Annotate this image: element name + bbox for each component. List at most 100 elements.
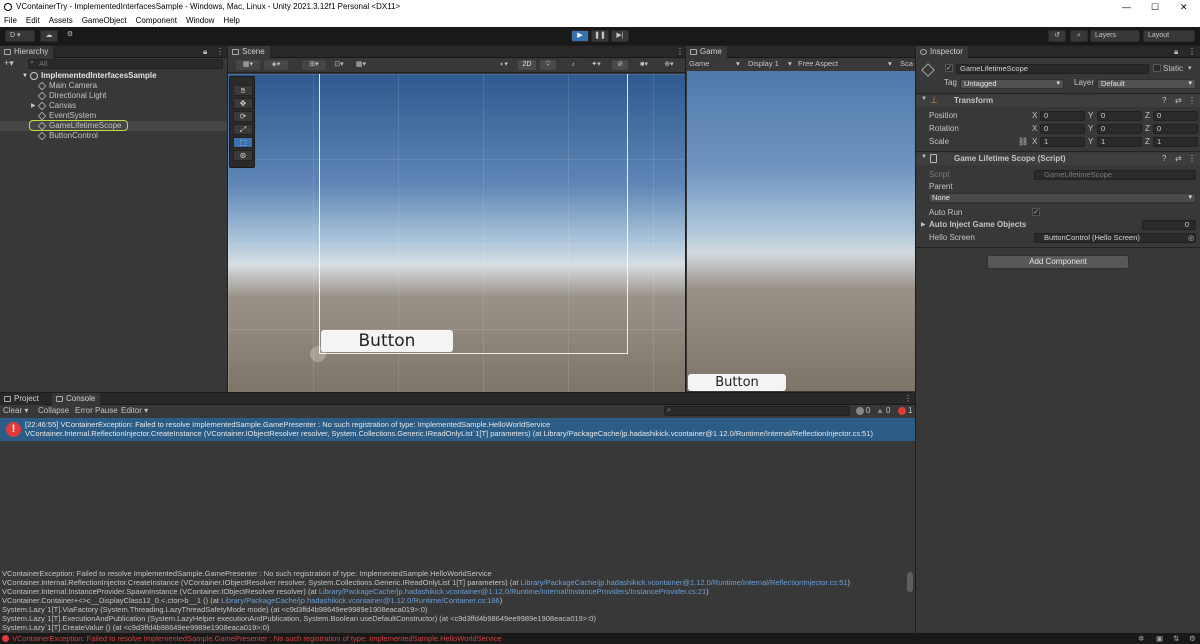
clear-button[interactable]: Clear ▾ bbox=[3, 405, 28, 417]
hierarchy-scene-row[interactable]: ▼ ImplementedInterfacesSample bbox=[0, 71, 227, 81]
scale-tool-icon[interactable]: ⤢ bbox=[233, 124, 253, 135]
tab-inspector[interactable]: Inspector bbox=[916, 46, 968, 58]
rotation-y-field[interactable]: 0 bbox=[1097, 124, 1142, 134]
kebab-menu-icon[interactable]: ⋮ bbox=[676, 47, 684, 57]
link-icon[interactable]: ⛓︎ bbox=[1018, 137, 1028, 146]
settings-icon[interactable]: ⚙ bbox=[1189, 633, 1196, 644]
tab-scene[interactable]: Scene bbox=[228, 46, 270, 58]
kebab-menu-icon[interactable]: ⋮ bbox=[1188, 47, 1196, 57]
menu-file[interactable]: File bbox=[4, 16, 17, 25]
hello-screen-field[interactable]: ButtonControl (Hello Screen) bbox=[1034, 233, 1196, 243]
menu-help[interactable]: Help bbox=[223, 16, 239, 25]
game-mode-dropdown[interactable]: Game bbox=[689, 58, 709, 70]
audio-icon[interactable]: ♪ bbox=[566, 60, 580, 70]
render-mode-icon[interactable]: ◐▾ bbox=[493, 60, 515, 70]
snap-icon[interactable]: ⊡▾ bbox=[330, 60, 348, 70]
search-icon[interactable]: ⌕ bbox=[1070, 30, 1088, 42]
cloud-icon[interactable]: ☁ bbox=[40, 30, 58, 42]
script-component-header[interactable]: ▼ Game Lifetime Scope (Script) ? ⇄ ⋮ bbox=[916, 153, 1200, 165]
tab-console[interactable]: Console bbox=[52, 393, 101, 405]
active-checkbox[interactable]: ✓ bbox=[945, 64, 953, 72]
draw-mode-dropdown[interactable]: ▦▾ bbox=[236, 60, 260, 70]
hierarchy-item-buttoncontrol[interactable]: ButtonControl bbox=[0, 131, 227, 141]
history-icon[interactable]: ↺ bbox=[1048, 30, 1066, 42]
static-checkbox[interactable] bbox=[1153, 64, 1161, 72]
game-viewport[interactable]: Button bbox=[687, 71, 915, 391]
status-bar[interactable]: VContainerException: Failed to resolve I… bbox=[0, 633, 1200, 644]
parent-dropdown[interactable]: None bbox=[928, 193, 1196, 203]
grid-snap-dropdown[interactable]: ⊞▾ bbox=[302, 60, 326, 70]
lighting-icon[interactable]: 💡︎ bbox=[540, 60, 556, 70]
hidden-objects-icon[interactable]: ⊘ bbox=[612, 60, 628, 70]
kebab-menu-icon[interactable]: ⋮ bbox=[1188, 154, 1196, 163]
preset-icon[interactable]: ⇄ bbox=[1175, 154, 1182, 163]
hierarchy-item-directional-light[interactable]: Directional Light bbox=[0, 91, 227, 101]
transform-tool-icon[interactable]: ⊛ bbox=[233, 150, 253, 161]
chevron-down-icon[interactable]: ▾ bbox=[1188, 64, 1192, 72]
transform-header[interactable]: ▼ ⊥ Transform ? ⇄ ⋮ bbox=[916, 95, 1200, 107]
expand-arrow-icon[interactable]: ▼ bbox=[921, 154, 927, 160]
scale-z-field[interactable]: 1 bbox=[1153, 137, 1198, 147]
tab-hierarchy[interactable]: Hierarchy bbox=[0, 46, 54, 58]
collapse-button[interactable]: Collapse bbox=[38, 405, 69, 417]
hierarchy-item-main-camera[interactable]: Main Camera bbox=[0, 81, 227, 91]
scale-slider-label[interactable]: Sca bbox=[900, 58, 913, 70]
move-tool-icon[interactable]: ✥ bbox=[233, 98, 253, 109]
rotate-tool-icon[interactable]: ⟳ bbox=[233, 111, 253, 122]
menu-edit[interactable]: Edit bbox=[26, 16, 40, 25]
position-x-field[interactable]: 0 bbox=[1040, 111, 1085, 121]
warning-count-icon[interactable]: ▲ bbox=[876, 405, 884, 417]
menu-component[interactable]: Component bbox=[136, 16, 177, 25]
hierarchy-item-canvas[interactable]: ▶ Canvas bbox=[0, 101, 227, 111]
minimize-button[interactable]: — bbox=[1122, 0, 1131, 14]
aspect-dropdown[interactable]: Free Aspect bbox=[798, 58, 838, 70]
editor-dropdown[interactable]: Editor ▾ bbox=[121, 405, 148, 417]
pivot-handle[interactable] bbox=[310, 346, 326, 362]
object-picker-icon[interactable]: ◎ bbox=[1188, 234, 1194, 242]
scale-y-field[interactable]: 1 bbox=[1097, 137, 1142, 147]
game-ui-button[interactable]: Button bbox=[688, 374, 786, 391]
hierarchy-item-gamelifetimescope[interactable]: GameLifetimeScope bbox=[0, 120, 227, 131]
scene-ui-button[interactable]: Button bbox=[321, 330, 453, 352]
rotation-z-field[interactable]: 0 bbox=[1153, 124, 1198, 134]
bug-icon[interactable]: ✲ bbox=[1138, 633, 1144, 644]
expand-arrow-icon[interactable]: ▼ bbox=[22, 71, 28, 81]
menu-assets[interactable]: Assets bbox=[49, 16, 73, 25]
scale-x-field[interactable]: 1 bbox=[1040, 137, 1085, 147]
info-count-icon[interactable] bbox=[856, 407, 864, 415]
cache-icon[interactable]: ▣ bbox=[1156, 633, 1163, 644]
display-dropdown[interactable]: Display 1 bbox=[748, 58, 779, 70]
detail-link[interactable]: Library/PackageCache/jp.hadashikick.vcon… bbox=[221, 596, 500, 605]
detail-link[interactable]: Library/PackageCache/jp.hadashikick.vcon… bbox=[319, 587, 706, 596]
error-count-icon[interactable] bbox=[898, 407, 906, 415]
detail-scrollbar[interactable] bbox=[907, 572, 913, 592]
menu-gameobject[interactable]: GameObject bbox=[82, 16, 127, 25]
add-button[interactable]: +▾ bbox=[4, 58, 14, 68]
position-z-field[interactable]: 0 bbox=[1153, 111, 1198, 121]
toggle-2d-button[interactable]: 2D bbox=[518, 60, 536, 70]
tab-game[interactable]: Game bbox=[686, 46, 727, 58]
camera-icon[interactable]: ■▾ bbox=[634, 60, 654, 70]
layer-dropdown[interactable]: Default bbox=[1097, 79, 1196, 89]
shading-dropdown[interactable]: ◈▾ bbox=[264, 60, 288, 70]
auto-run-checkbox[interactable]: ✓ bbox=[1032, 208, 1040, 216]
rect-tool-icon[interactable]: ⬚ bbox=[233, 137, 253, 148]
close-button[interactable]: ✕ bbox=[1180, 0, 1188, 14]
tag-dropdown[interactable]: Untagged bbox=[960, 79, 1064, 89]
layout-dropdown[interactable]: Layout bbox=[1143, 30, 1195, 42]
expand-arrow-icon[interactable]: ▶ bbox=[921, 221, 926, 228]
collab-icon[interactable]: ⚙ bbox=[62, 30, 78, 42]
network-icon[interactable]: ⇅ bbox=[1173, 633, 1179, 644]
position-y-field[interactable]: 0 bbox=[1097, 111, 1142, 121]
increment-icon[interactable]: ▦▾ bbox=[352, 60, 370, 70]
account-button[interactable]: D ▾ bbox=[5, 30, 35, 42]
layers-dropdown[interactable]: Layers bbox=[1090, 30, 1140, 42]
auto-inject-count[interactable]: 0 bbox=[1142, 220, 1196, 230]
kebab-menu-icon[interactable]: ⋮ bbox=[216, 47, 224, 57]
expand-arrow-icon[interactable]: ▼ bbox=[921, 96, 927, 102]
object-name-input[interactable]: GameLifetimeScope bbox=[956, 64, 1149, 74]
rotation-x-field[interactable]: 0 bbox=[1040, 124, 1085, 134]
lock-icon[interactable]: 🔒︎ bbox=[1174, 47, 1178, 57]
effects-icon[interactable]: ✦▾ bbox=[586, 60, 606, 70]
scene-viewport[interactable]: Button ✋︎ ✥ ⟳ ⤢ ⬚ ⊛ bbox=[228, 74, 685, 392]
